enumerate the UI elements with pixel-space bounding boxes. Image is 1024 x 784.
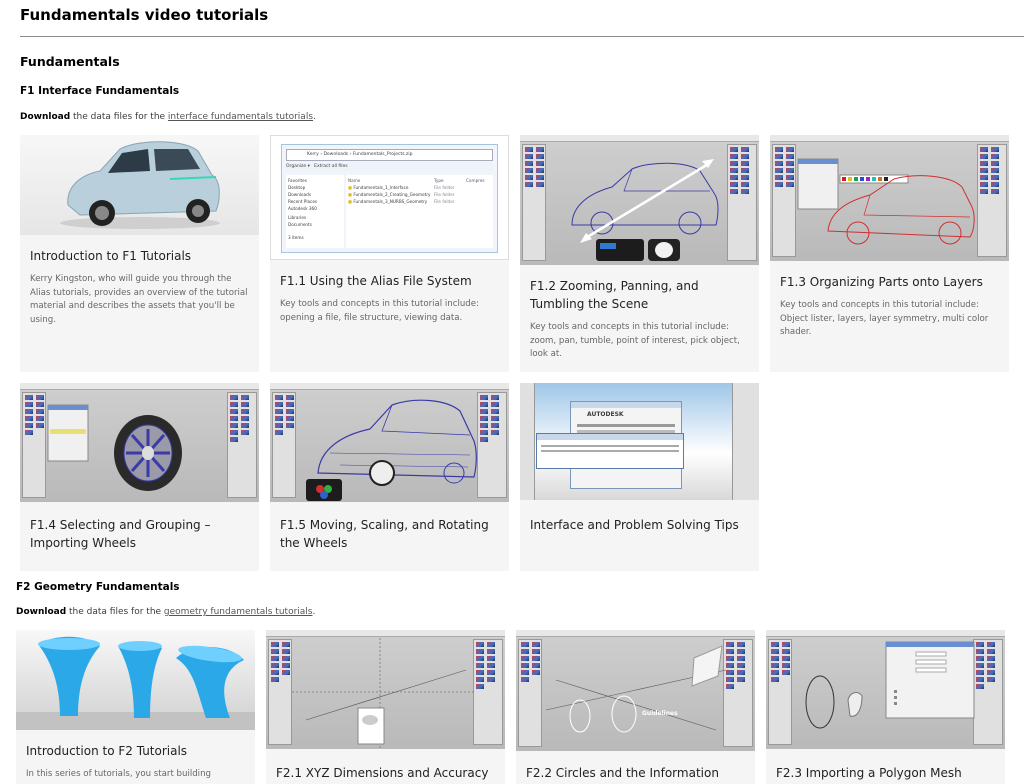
tutorial-card-f2-1[interactable]: F2.1 XYZ Dimensions and Accuracy bbox=[266, 630, 505, 784]
card-title: Interface and Problem Solving Tips bbox=[530, 518, 739, 532]
card-title: F2.1 XYZ Dimensions and Accuracy bbox=[276, 766, 489, 780]
vases-render-thumbnail bbox=[16, 630, 255, 730]
tutorial-card-intro-f2[interactable]: Introduction to F2 Tutorials In this ser… bbox=[16, 630, 255, 784]
download-label: Download bbox=[16, 607, 67, 617]
tutorial-card-f1-2[interactable]: F1.2 Zooming, Panning, and Tumbling the … bbox=[520, 135, 759, 372]
card-title: F1.1 Using the Alias File System bbox=[280, 274, 472, 288]
guidelines-label: Guidelines bbox=[642, 710, 678, 717]
card-description: Key tools and concepts in this tutorial … bbox=[280, 299, 479, 323]
tutorial-card-f1-3[interactable]: F1.3 Organizing Parts onto Layers Key to… bbox=[770, 135, 1009, 372]
alias-viewport-thumbnail bbox=[520, 135, 759, 265]
f1-heading: F1 Interface Fundamentals bbox=[20, 85, 180, 97]
explorer-address-bar: Kerry › Downloads › Fundamentals_Project… bbox=[286, 149, 493, 161]
card-title: F2.2 Circles and the Information bbox=[526, 766, 719, 780]
card-title: F1.3 Organizing Parts onto Layers bbox=[780, 275, 983, 289]
card-title: F2.3 Importing a Polygon Mesh bbox=[776, 766, 962, 780]
card-title: F1.4 Selecting and Grouping – Importing … bbox=[30, 518, 211, 550]
tutorial-card-f2-2[interactable]: Guidelines F2.2 Circles and the Informat… bbox=[516, 630, 755, 784]
card-title: Introduction to F1 Tutorials bbox=[30, 249, 192, 263]
card-description: In this series of tutorials, you start b… bbox=[26, 769, 211, 779]
card-description: Kerry Kingston, who will guide you throu… bbox=[30, 274, 248, 325]
tutorial-card-f1-4[interactable]: F1.4 Selecting and Grouping – Importing … bbox=[20, 383, 259, 571]
car-render-thumbnail bbox=[20, 135, 259, 235]
interface-fundamentals-link[interactable]: interface fundamentals tutorials bbox=[168, 112, 313, 122]
title-divider bbox=[20, 36, 1024, 37]
section-heading: Fundamentals bbox=[20, 54, 120, 69]
page-title: Fundamentals video tutorials bbox=[20, 6, 269, 24]
f2-heading: F2 Geometry Fundamentals bbox=[16, 581, 180, 593]
card-title: F1.5 Moving, Scaling, and Rotating the W… bbox=[280, 518, 489, 550]
f1-download-line: Download the data files for the interfac… bbox=[20, 112, 316, 122]
download-label: Download bbox=[20, 112, 71, 122]
card-title: Introduction to F2 Tutorials bbox=[26, 744, 188, 758]
tutorial-card-f1-1[interactable]: Kerry › Downloads › Fundamentals_Project… bbox=[270, 135, 509, 372]
alias-wheel-thumbnail bbox=[20, 383, 259, 502]
tutorial-card-f2-3[interactable]: F2.3 Importing a Polygon Mesh bbox=[766, 630, 1005, 784]
tutorial-card-f1-5[interactable]: F1.5 Moving, Scaling, and Rotating the W… bbox=[270, 383, 509, 571]
alias-circles-thumbnail: Guidelines bbox=[516, 630, 755, 751]
tutorial-card-tips[interactable]: AUTODESK Interface and Problem Solving T… bbox=[520, 383, 759, 571]
card-description: Key tools and concepts in this tutorial … bbox=[780, 300, 989, 337]
alias-polygon-thumbnail bbox=[766, 630, 1005, 749]
file-explorer-thumbnail: Kerry › Downloads › Fundamentals_Project… bbox=[270, 135, 509, 260]
card-description: Key tools and concepts in this tutorial … bbox=[530, 322, 740, 359]
autodesk-logo: AUTODESK bbox=[587, 411, 624, 418]
alias-xyz-thumbnail bbox=[266, 630, 505, 749]
alias-car-wire-thumbnail bbox=[270, 383, 509, 502]
tutorial-card-intro-f1[interactable]: Introduction to F1 Tutorials Kerry Kings… bbox=[20, 135, 259, 372]
alias-layers-thumbnail bbox=[770, 135, 1009, 261]
f2-download-line: Download the data files for the geometry… bbox=[16, 607, 316, 617]
error-dialog-thumbnail: AUTODESK bbox=[520, 383, 759, 500]
card-title: F1.2 Zooming, Panning, and Tumbling the … bbox=[530, 279, 699, 311]
geometry-fundamentals-link[interactable]: geometry fundamentals tutorials bbox=[164, 607, 313, 617]
